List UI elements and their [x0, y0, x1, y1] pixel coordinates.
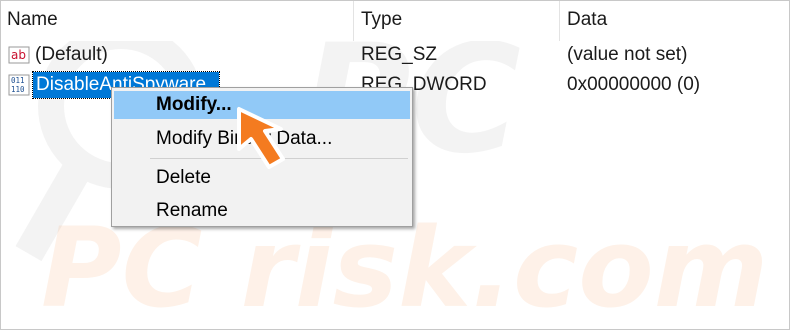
column-header-type[interactable]: Type [361, 9, 402, 31]
menu-item-label: Modify... [156, 94, 232, 115]
string-value-icon: ab [8, 46, 30, 64]
value-data: 0x00000000 (0) [567, 74, 701, 95]
table-row[interactable]: ab (Default) REG_SZ (value not set) [1, 41, 789, 71]
svg-text:ab: ab [11, 48, 26, 62]
menu-item-delete[interactable]: Delete [114, 164, 410, 192]
value-data: (value not set) [567, 44, 688, 65]
svg-text:011: 011 [11, 76, 25, 85]
svg-text:110: 110 [11, 85, 25, 94]
menu-item-label: Delete [156, 167, 211, 188]
menu-item-modify[interactable]: Modify... [114, 91, 410, 119]
menu-item-modify-binary-data[interactable]: Modify Binary Data... [114, 125, 410, 153]
registry-values-pane: PC PC risk.com Name Type Data ab (Defaul… [0, 0, 790, 331]
menu-item-label: Modify Binary Data... [156, 128, 333, 149]
context-menu: Modify... Modify Binary Data... Delete R… [111, 87, 413, 227]
column-divider[interactable] [353, 1, 354, 41]
column-divider[interactable] [559, 1, 560, 41]
column-header-name[interactable]: Name [7, 9, 58, 31]
menu-separator [150, 158, 408, 159]
menu-item-label: Rename [156, 200, 228, 221]
column-header-data[interactable]: Data [567, 9, 607, 31]
menu-item-rename[interactable]: Rename [114, 197, 410, 225]
value-name: (Default) [35, 44, 108, 65]
binary-value-icon: 011 110 [8, 74, 30, 96]
column-header: Name Type Data [1, 1, 789, 41]
value-type: REG_SZ [361, 44, 438, 65]
